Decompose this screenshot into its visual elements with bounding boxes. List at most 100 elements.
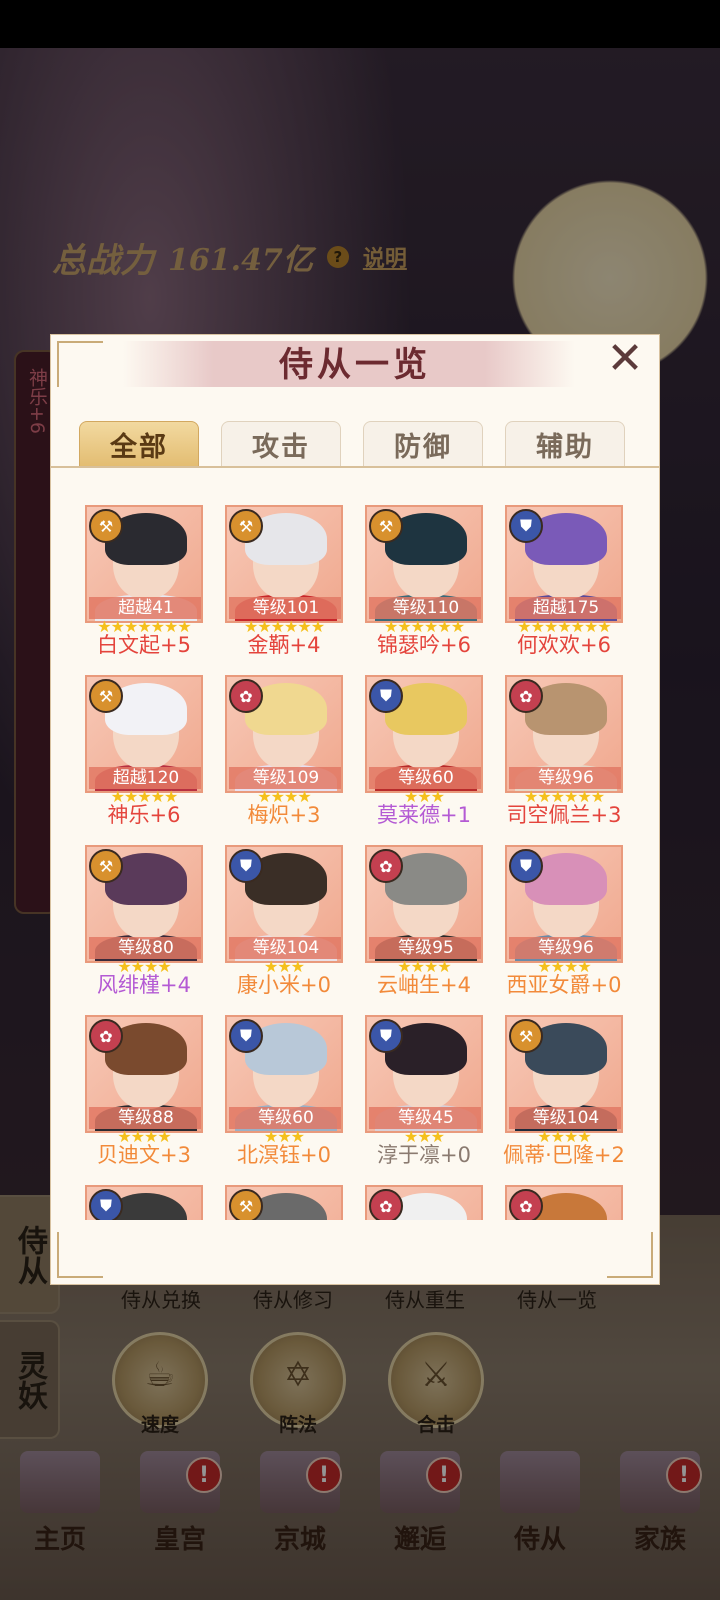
servant-card[interactable]: ⚒ 等级110 ★★★★★★ 锦瑟吟+6 [365,505,483,665]
servant-grid: ⚒ 超越41 ★★★★★★★ 白文起+5 ⚒ 等级101 ★★★★★★ 金鞆+4 ⚒ 等级110 ★… [85,505,633,1220]
dialog-title: 侍从一览 [279,345,431,385]
attack-role-icon: ⚒ [509,1019,543,1053]
corner-ornament [607,1232,653,1278]
servant-name: 莫莱德+1 [377,803,471,827]
servant-name: 康小米+0 [237,973,331,997]
support-role-icon: ✿ [229,679,263,713]
servant-portrait: ⚒ [225,1185,343,1220]
tab-attack[interactable]: 攻击 [221,421,341,466]
attack-role-icon: ⚒ [229,509,263,543]
close-icon[interactable]: ✕ [601,337,649,381]
corner-ornament [57,1232,103,1278]
defense-role-icon: ⛊ [509,849,543,883]
defense-role-icon: ⛊ [369,1019,403,1053]
servant-level: 超越175 [509,597,621,619]
defense-role-icon: ⛊ [369,679,403,713]
servant-level: 超越120 [89,767,201,789]
servant-portrait: ⚒ 等级80 [85,845,203,963]
defense-role-icon: ⛊ [229,849,263,883]
tab-divider [51,466,659,468]
defense-role-icon: ⛊ [229,1019,263,1053]
servant-portrait: ⛊ 等级104 [225,845,343,963]
servant-card[interactable]: ⛊ 等级45 ★★★ 淳于凛+0 [365,1015,483,1175]
servant-name: 云岫生+4 [377,973,471,997]
tab-all[interactable]: 全部 [79,421,199,466]
support-role-icon: ✿ [89,1019,123,1053]
servant-name: 金鞆+4 [247,633,321,657]
servant-card[interactable]: ⛊ 等级60 ★★★ 莫莱德+1 [365,675,483,835]
servant-level: 等级96 [509,937,621,959]
servant-name: 何欢欢+6 [517,633,611,657]
servant-card[interactable]: ⚒ 超越120 ★★★★★ 神乐+6 [85,675,203,835]
servant-portrait: ✿ 等级88 [85,1015,203,1133]
servant-portrait: ⚒ 超越120 [85,675,203,793]
servant-card[interactable]: ✿ 等级95 ★★★★ 云岫生+4 [365,845,483,1005]
servant-level: 等级60 [369,767,481,789]
servant-name: 司空佩兰+3 [506,803,622,827]
servant-name: 神乐+6 [107,803,181,827]
support-role-icon: ✿ [369,1189,403,1220]
servant-name: 淳于凛+0 [377,1143,471,1167]
servant-portrait: ⚒ 超越41 [85,505,203,623]
filter-tabs: 全部 攻击 防御 辅助 [79,421,625,466]
servant-name: 西亚女爵+0 [506,973,622,997]
defense-role-icon: ⛊ [89,1189,123,1220]
servant-name: 贝迪文+3 [97,1143,191,1167]
attack-role-icon: ⚒ [369,509,403,543]
servant-portrait: ✿ 等级95 [365,845,483,963]
servant-level: 等级60 [229,1107,341,1129]
servant-card[interactable]: ✿ [365,1185,483,1220]
attack-role-icon: ⚒ [89,849,123,883]
servant-card[interactable]: ✿ [505,1185,623,1220]
servant-card[interactable]: ✿ 等级96 ★★★★★★ 司空佩兰+3 [505,675,623,835]
servant-portrait: ⚒ 等级101 [225,505,343,623]
servant-card[interactable]: ⛊ 等级60 ★★★ 北溟钰+0 [225,1015,343,1175]
servant-level: 等级95 [369,937,481,959]
servant-card[interactable]: ⛊ 超越175 ★★★★★★★ 何欢欢+6 [505,505,623,665]
servant-portrait: ⛊ 等级96 [505,845,623,963]
servant-name: 白文起+5 [97,633,191,657]
attack-role-icon: ⚒ [229,1189,263,1220]
attack-role-icon: ⚒ [89,509,123,543]
servant-portrait: ⛊ 等级60 [225,1015,343,1133]
support-role-icon: ✿ [369,849,403,883]
servant-level: 等级101 [229,597,341,619]
servant-card[interactable]: ⚒ 等级104 ★★★★ 佩蒂·巴隆+2 [503,1015,625,1175]
servant-level: 等级88 [89,1107,201,1129]
servant-name: 锦瑟吟+6 [377,633,471,657]
servant-level: 等级45 [369,1107,481,1129]
tab-defense[interactable]: 防御 [363,421,483,466]
servant-level: 等级104 [509,1107,621,1129]
tab-support[interactable]: 辅助 [505,421,625,466]
servant-portrait: ✿ 等级96 [505,675,623,793]
status-bar [0,0,720,48]
servant-portrait: ⛊ 超越175 [505,505,623,623]
servant-card[interactable]: ⚒ 超越41 ★★★★★★★ 白文起+5 [85,505,203,665]
servant-name: 风绯槿+4 [97,973,191,997]
servant-name: 梅炽+3 [247,803,321,827]
servant-level: 等级96 [509,767,621,789]
servant-level: 等级109 [229,767,341,789]
servant-portrait: ✿ 等级109 [225,675,343,793]
servant-name: 北溟钰+0 [237,1143,331,1167]
servant-card[interactable]: ⚒ 等级80 ★★★★ 风绯槿+4 [85,845,203,1005]
servant-card[interactable]: ✿ 等级109 ★★★★ 梅炽+3 [225,675,343,835]
servant-overview-dialog: 侍从一览 ✕ 全部 攻击 防御 辅助 ⚒ 超越41 ★★★★★★★ 白文起+5 ⚒ 等级1… [50,334,660,1285]
servant-portrait: ⚒ 等级110 [365,505,483,623]
servant-name: 佩蒂·巴隆+2 [503,1143,625,1167]
support-role-icon: ✿ [509,1189,543,1220]
servant-portrait: ✿ [505,1185,623,1220]
servant-card[interactable]: ⚒ [225,1185,343,1220]
servant-portrait: ⛊ 等级60 [365,675,483,793]
servant-card[interactable]: ✿ 等级88 ★★★★ 贝迪文+3 [85,1015,203,1175]
servant-level: 等级104 [229,937,341,959]
servant-portrait: ✿ [365,1185,483,1220]
servant-card[interactable]: ⛊ 等级104 ★★★ 康小米+0 [225,845,343,1005]
servant-card[interactable]: ⛊ [85,1185,203,1220]
servant-card[interactable]: ⚒ 等级101 ★★★★★★ 金鞆+4 [225,505,343,665]
servant-portrait: ⛊ 等级45 [365,1015,483,1133]
servant-card[interactable]: ⛊ 等级96 ★★★★ 西亚女爵+0 [505,845,623,1005]
defense-role-icon: ⛊ [509,509,543,543]
servant-level: 等级110 [369,597,481,619]
servant-portrait: ⛊ [85,1185,203,1220]
